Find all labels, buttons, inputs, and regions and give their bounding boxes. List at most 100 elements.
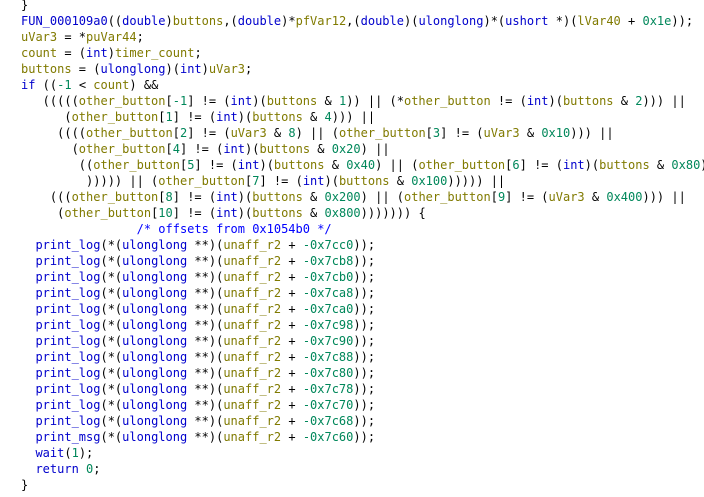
code-line[interactable]: uVar3 = *puVar44; [0,29,704,45]
variable-token[interactable]: unaff_r2 [223,254,281,268]
variable-token[interactable]: buttons [267,94,318,108]
variable-token[interactable]: unaff_r2 [223,318,281,332]
variable-token[interactable]: unaff_r2 [223,398,281,412]
code-line[interactable]: if ((-1 < count) && [0,77,704,93]
decompiler-code-view[interactable]: } FUN_000109a0((double)buttons,(double)*p… [0,0,704,497]
code-line[interactable]: print_msg(*(ulonglong **)(unaff_r2 + -0x… [0,429,704,445]
variable-token[interactable]: buttons [21,62,72,76]
code-line[interactable]: print_log(*(ulonglong **)(unaff_r2 + -0x… [0,413,704,429]
variable-token[interactable]: count [93,78,129,92]
variable-token[interactable]: unaff_r2 [223,302,281,316]
variable-token[interactable]: uVar3 [231,126,267,140]
variable-token[interactable]: other_button [404,190,491,204]
variable-token[interactable]: uVar3 [21,30,57,44]
variable-token[interactable]: unaff_r2 [223,366,281,380]
function-token[interactable]: print_log [35,350,100,364]
code-line[interactable]: (other_button[1] != (int)(buttons & 4)))… [0,109,704,125]
type-token: ulonglong [122,302,188,316]
code-line[interactable]: print_log(*(ulonglong **)(unaff_r2 + -0x… [0,349,704,365]
punctuation-token: & [302,110,325,124]
variable-token[interactable]: uVar3 [209,62,245,76]
variable-token[interactable]: other_button [79,94,166,108]
code-line[interactable]: (((((other_button[-1] != (int)(buttons &… [0,93,704,109]
variable-token[interactable]: other_button [158,174,245,188]
function-token[interactable]: print_log [35,382,100,396]
variable-token[interactable]: other_button [86,126,173,140]
function-token[interactable]: print_log [35,414,100,428]
code-line[interactable]: print_log(*(ulonglong **)(unaff_r2 + -0x… [0,285,704,301]
code-line[interactable]: (((other_button[8] != (int)(buttons & 0x… [0,189,704,205]
code-line[interactable]: (other_button[10] != (int)(buttons & 0x8… [0,205,704,221]
punctuation-token: ( [21,110,72,124]
variable-token[interactable]: unaff_r2 [223,430,281,444]
variable-token[interactable]: uVar3 [484,126,520,140]
variable-token[interactable]: other_button [404,94,491,108]
code-line[interactable]: print_log(*(ulonglong **)(unaff_r2 + -0x… [0,317,704,333]
variable-token[interactable]: buttons [173,14,224,28]
code-line[interactable]: buttons = (ulonglong)(int)uVar3; [0,61,704,77]
code-line[interactable]: print_log(*(ulonglong **)(unaff_r2 + -0x… [0,397,704,413]
variable-token[interactable]: buttons [252,206,303,220]
variable-token[interactable]: buttons [274,158,325,172]
variable-token[interactable]: buttons [252,190,303,204]
function-token[interactable]: print_log [35,302,100,316]
code-line[interactable]: (other_button[4] != (int)(buttons & 0x20… [0,141,704,157]
code-line[interactable]: FUN_000109a0((double)buttons,(double)*pf… [0,13,704,29]
variable-token[interactable]: timer_count [115,46,194,60]
code-line[interactable]: print_log(*(ulonglong **)(unaff_r2 + -0x… [0,237,704,253]
variable-token[interactable]: other_button [72,110,159,124]
punctuation-token [21,270,35,284]
variable-token[interactable]: count [21,46,57,60]
punctuation-token: )( [237,110,253,124]
variable-token[interactable]: unaff_r2 [223,350,281,364]
variable-token[interactable]: unaff_r2 [223,286,281,300]
code-line[interactable]: ((((other_button[2] != (uVar3 & 8) || (o… [0,125,704,141]
code-line[interactable]: print_log(*(ulonglong **)(unaff_r2 + -0x… [0,301,704,317]
variable-token[interactable]: buttons [259,142,310,156]
code-line[interactable]: ((other_button[5] != (int)(buttons & 0x4… [0,157,704,173]
variable-token[interactable]: other_button [64,206,151,220]
variable-token[interactable]: other_button [72,190,159,204]
variable-token[interactable]: other_button [93,158,180,172]
function-token[interactable]: print_log [35,270,100,284]
variable-token[interactable]: pfVar12 [296,14,347,28]
function-token[interactable]: print_log [35,254,100,268]
punctuation-token: [ [158,190,166,204]
variable-token[interactable]: lVar40 [577,14,620,28]
variable-token[interactable]: uVar3 [549,190,585,204]
variable-token[interactable]: buttons [563,94,614,108]
function-token[interactable]: wait [35,446,64,460]
variable-token[interactable]: unaff_r2 [223,334,281,348]
function-token[interactable]: print_log [35,334,100,348]
code-line[interactable]: print_log(*(ulonglong **)(unaff_r2 + -0x… [0,333,704,349]
function-token[interactable]: FUN_000109a0 [21,14,108,28]
variable-token[interactable]: buttons [339,174,390,188]
variable-token[interactable]: unaff_r2 [223,270,281,284]
code-line[interactable]: } [0,0,704,13]
function-token[interactable]: print_log [35,398,100,412]
variable-token[interactable]: other_button [339,126,426,140]
variable-token[interactable]: unaff_r2 [223,414,281,428]
variable-token[interactable]: other_button [418,158,505,172]
code-line[interactable]: return 0; [0,461,704,477]
code-line[interactable]: print_log(*(ulonglong **)(unaff_r2 + -0x… [0,269,704,285]
code-line[interactable]: ))))) || (other_button[7] != (int)(butto… [0,173,704,189]
variable-token[interactable]: unaff_r2 [223,382,281,396]
function-token[interactable]: print_log [35,286,100,300]
code-line[interactable]: print_log(*(ulonglong **)(unaff_r2 + -0x… [0,381,704,397]
variable-token[interactable]: puVar44 [86,30,137,44]
variable-token[interactable]: unaff_r2 [223,238,281,252]
code-line[interactable]: } [0,477,704,493]
function-token[interactable]: print_log [35,238,100,252]
variable-token[interactable]: other_button [79,142,166,156]
code-line[interactable]: /* offsets from 0x1054b0 */ [0,221,704,237]
code-line[interactable]: wait(1); [0,445,704,461]
code-line[interactable]: count = (int)timer_count; [0,45,704,61]
function-token[interactable]: print_msg [35,430,100,444]
function-token[interactable]: print_log [35,366,100,380]
variable-token[interactable]: buttons [599,158,650,172]
code-line[interactable]: print_log(*(ulonglong **)(unaff_r2 + -0x… [0,365,704,381]
variable-token[interactable]: buttons [252,110,303,124]
function-token[interactable]: print_log [35,318,100,332]
code-line[interactable]: print_log(*(ulonglong **)(unaff_r2 + -0x… [0,253,704,269]
